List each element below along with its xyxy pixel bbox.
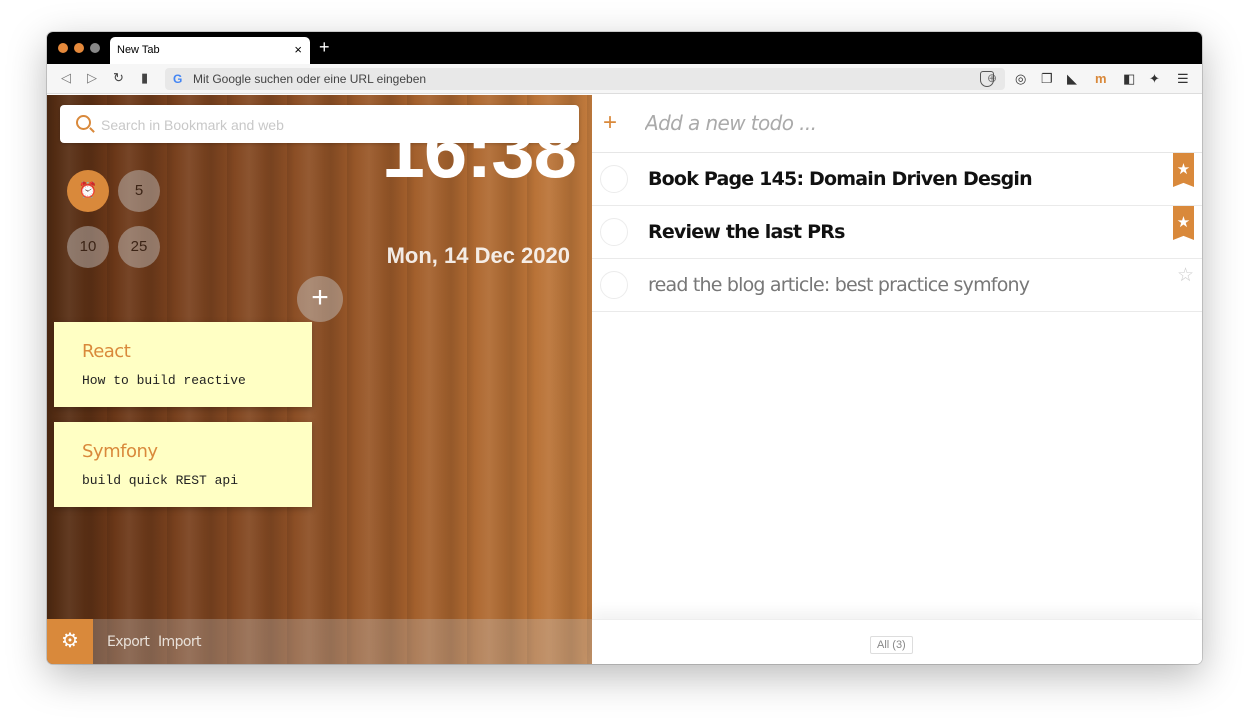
todo-text[interactable]: Review the last PRs: [648, 221, 845, 243]
forward-icon[interactable]: ▷: [87, 70, 97, 86]
browser-window: New Tab × + ◁ ▷ ↻ ▮ G Mit Google suchen …: [47, 32, 1202, 664]
dashboard-pane: Search in Bookmark and web ⏰ 5 10 25 16:…: [47, 95, 592, 664]
add-todo-input[interactable]: [645, 111, 1165, 135]
alarm-clock-button[interactable]: ⏰: [67, 170, 109, 212]
search-icon: [76, 115, 91, 130]
star-outline-icon[interactable]: ☆: [1177, 264, 1194, 287]
add-todo-plus-icon[interactable]: +: [603, 109, 617, 137]
address-bar[interactable]: G Mit Google suchen oder eine URL eingeb…: [165, 68, 1005, 90]
clock-time: 16:38: [381, 106, 577, 194]
timer-10-button[interactable]: 10: [67, 226, 109, 268]
todo-item: read the blog article: best practice sym…: [592, 259, 1202, 312]
address-placeholder: Mit Google suchen oder eine URL eingeben: [193, 72, 427, 86]
star-bookmark-icon[interactable]: ★: [1173, 153, 1194, 187]
back-icon[interactable]: ◁: [61, 70, 71, 86]
todo-item: Book Page 145: Domain Driven Desgin ★: [592, 153, 1202, 206]
filter-all-button[interactable]: All (3): [870, 636, 913, 654]
todo-footer: All (3): [592, 619, 1202, 664]
todo-text[interactable]: read the blog article: best practice sym…: [648, 274, 1030, 296]
clock-date: Mon, 14 Dec 2020: [386, 243, 570, 268]
new-tab-button[interactable]: +: [319, 37, 330, 57]
todo-checkbox[interactable]: [600, 165, 628, 193]
add-note-button[interactable]: +: [297, 276, 343, 322]
extension-icon-3[interactable]: ◣: [1067, 71, 1077, 87]
search-input[interactable]: Search in Bookmark and web: [101, 117, 284, 133]
window-minimize-dot[interactable]: [74, 43, 84, 53]
brave-shield-icon[interactable]: [980, 71, 994, 87]
browser-toolbar: ◁ ▷ ↻ ▮ G Mit Google suchen oder eine UR…: [47, 64, 1202, 94]
extension-icon-2[interactable]: ❐: [1041, 71, 1053, 87]
note-body: build quick REST api: [82, 473, 239, 488]
google-icon: G: [173, 72, 183, 86]
dashboard-footer: ⚙ Export Import: [47, 619, 592, 664]
todo-text[interactable]: Book Page 145: Domain Driven Desgin: [648, 168, 1033, 190]
star-bookmark-icon[interactable]: ★: [1173, 206, 1194, 240]
timer-5-button[interactable]: 5: [118, 170, 160, 212]
reload-icon[interactable]: ↻: [113, 70, 124, 86]
import-link[interactable]: Import: [158, 634, 201, 650]
window-maximize-dot[interactable]: [90, 43, 100, 53]
export-link[interactable]: Export: [107, 634, 150, 650]
extension-icon-1[interactable]: ◎: [1015, 71, 1026, 87]
tab-close-icon[interactable]: ×: [294, 42, 302, 57]
settings-gear-icon[interactable]: ⚙: [47, 619, 93, 664]
tab-bar: New Tab × +: [47, 32, 1202, 64]
page-content: Search in Bookmark and web ⏰ 5 10 25 16:…: [47, 95, 1202, 664]
todo-checkbox[interactable]: [600, 271, 628, 299]
bookmark-icon[interactable]: ▮: [141, 70, 148, 86]
note-title: Symfony: [82, 441, 158, 462]
tab-title: New Tab: [117, 44, 160, 56]
extension-icon-5[interactable]: ◧: [1123, 71, 1135, 87]
todo-pane: + Book Page 145: Domain Driven Desgin ★ …: [592, 95, 1202, 664]
extension-icon-m[interactable]: m: [1095, 71, 1107, 86]
add-todo-row: +: [592, 95, 1202, 153]
note-title: React: [82, 341, 131, 362]
timer-25-button[interactable]: 25: [118, 226, 160, 268]
window-close-dot[interactable]: [58, 43, 68, 53]
sticky-note[interactable]: Symfony build quick REST api: [54, 422, 312, 507]
sticky-note[interactable]: React How to build reactive: [54, 322, 312, 407]
note-body: How to build reactive: [82, 373, 246, 388]
tab-new-tab[interactable]: New Tab ×: [110, 37, 310, 64]
puzzle-icon[interactable]: ✦: [1149, 71, 1160, 87]
menu-icon[interactable]: ☰: [1177, 71, 1189, 87]
todo-item: Review the last PRs ★: [592, 206, 1202, 259]
todo-checkbox[interactable]: [600, 218, 628, 246]
